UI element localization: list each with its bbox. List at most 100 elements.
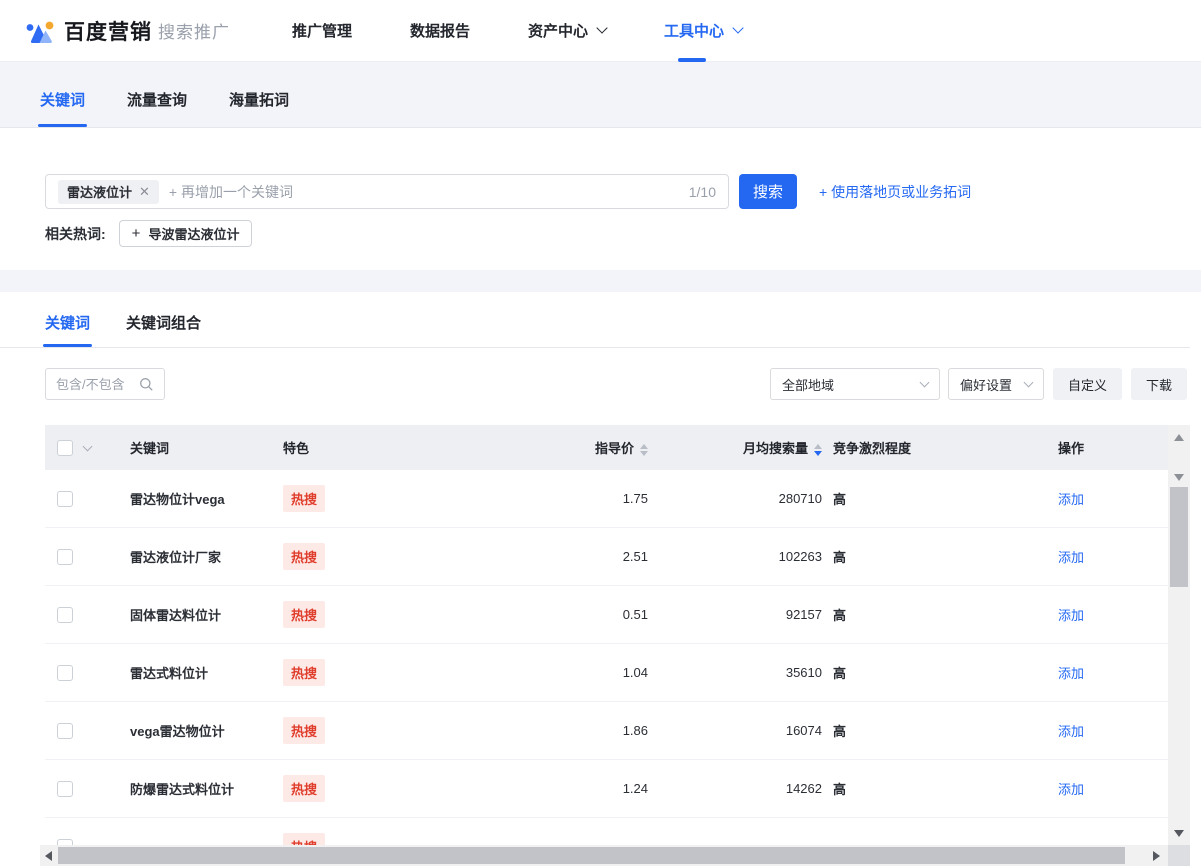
vertical-scrollbar[interactable] bbox=[1168, 425, 1190, 845]
sort-price-icon[interactable] bbox=[640, 444, 648, 456]
preference-select[interactable]: 偏好设置 bbox=[948, 368, 1044, 400]
active-tab-indicator bbox=[38, 124, 87, 127]
scroll-up-arrow-icon[interactable] bbox=[1168, 427, 1190, 447]
competition-cell: 高 bbox=[833, 724, 846, 739]
keyword-cell: 固体雷达料位计 bbox=[130, 608, 221, 623]
keyword-cell: 雷达物位计vega bbox=[130, 492, 225, 507]
remove-chip-icon[interactable]: ✕ bbox=[139, 184, 150, 200]
table-header: 关键词 特色 指导价 月均搜索量 竞争激烈程度 操作 bbox=[45, 425, 1168, 470]
hot-search-badge: 热搜 bbox=[283, 833, 325, 845]
brand-name: 百度营销 bbox=[64, 16, 152, 46]
row-checkbox[interactable] bbox=[57, 549, 73, 565]
add-keyword-link[interactable]: 添加 bbox=[1058, 492, 1084, 507]
nav-menu: 推广管理 数据报告 资产中心 工具中心 bbox=[292, 0, 800, 62]
chevron-down-icon bbox=[732, 22, 743, 33]
keyword-cell: vega雷达物位计 bbox=[130, 724, 225, 739]
table-controls: 全部地域 偏好设置 自定义 下载 bbox=[762, 368, 1187, 400]
nav-item-assets[interactable]: 资产中心 bbox=[528, 0, 606, 62]
price-cell: 2.51 bbox=[623, 549, 648, 564]
volume-cell: 280710 bbox=[779, 491, 822, 506]
volume-cell: 92157 bbox=[786, 607, 822, 622]
hot-search-badge: 热搜 bbox=[283, 543, 325, 570]
select-all-checkbox[interactable] bbox=[57, 440, 73, 456]
contain-filter-input[interactable] bbox=[56, 377, 134, 392]
horizontal-scrollbar[interactable] bbox=[40, 845, 1168, 866]
keyword-cell: 防爆雷达式料位计 bbox=[130, 782, 234, 797]
nav-item-reports[interactable]: 数据报告 bbox=[410, 0, 470, 62]
table-row: vega雷达物位计 热搜 1.86 16074 高 添加 bbox=[45, 702, 1168, 760]
table-row: 雷达式料位计 热搜 1.04 35610 高 添加 bbox=[45, 644, 1168, 702]
sort-volume-icon[interactable] bbox=[814, 444, 822, 456]
search-button[interactable]: 搜索 bbox=[739, 174, 797, 209]
price-cell: 1.04 bbox=[623, 665, 648, 680]
keyword-chip: 雷达液位计 ✕ bbox=[58, 180, 159, 204]
table-row: 防爆雷达式料位计 热搜 1.24 14262 高 添加 bbox=[45, 760, 1168, 818]
competition-cell: 高 bbox=[833, 550, 846, 565]
price-cell: 1.86 bbox=[623, 723, 648, 738]
keyword-input-placeholder: + 再增加一个关键词 bbox=[169, 182, 689, 202]
keywords-table: 关键词 特色 指导价 月均搜索量 竞争激烈程度 操作 雷达物位计vega bbox=[45, 425, 1201, 845]
col-volume: 月均搜索量 bbox=[648, 438, 822, 457]
keyword-chip-label: 雷达液位计 bbox=[67, 182, 132, 201]
tab-traffic-query[interactable]: 流量查询 bbox=[127, 89, 187, 127]
select-menu-chevron-icon[interactable] bbox=[83, 441, 93, 451]
nav-item-tools[interactable]: 工具中心 bbox=[664, 0, 742, 62]
row-checkbox[interactable] bbox=[57, 491, 73, 507]
competition-cell: 高 bbox=[833, 782, 846, 797]
customize-columns-button[interactable]: 自定义 bbox=[1053, 368, 1122, 400]
add-keyword-link[interactable]: 添加 bbox=[1058, 782, 1084, 797]
volume-cell: 16074 bbox=[786, 723, 822, 738]
competition-cell: 高 bbox=[833, 492, 846, 507]
col-price: 指导价 bbox=[580, 438, 648, 457]
row-checkbox[interactable] bbox=[57, 723, 73, 739]
download-button[interactable]: 下载 bbox=[1131, 368, 1187, 400]
table-body: 雷达物位计vega 热搜 1.75 280710 高 添加 雷达液位计厂家 热搜… bbox=[45, 470, 1168, 845]
table-row: 雷达液位计厂家 热搜 2.51 102263 高 添加 bbox=[45, 528, 1168, 586]
related-hotword-chip[interactable]: + 导波雷达液位计 bbox=[119, 220, 253, 247]
row-checkbox[interactable] bbox=[57, 665, 73, 681]
results-tab-keyword-combos[interactable]: 关键词组合 bbox=[126, 312, 201, 347]
table-toolbar: 全部地域 偏好设置 自定义 下载 bbox=[45, 368, 1187, 400]
brand-logo[interactable]: 百度营销 搜索推广 bbox=[24, 15, 230, 47]
volume-cell: 35610 bbox=[786, 665, 822, 680]
region-select[interactable]: 全部地域 bbox=[770, 368, 940, 400]
tab-mass-expansion[interactable]: 海量拓词 bbox=[229, 89, 289, 127]
keyword-input[interactable]: 雷达液位计 ✕ + 再增加一个关键词 1/10 bbox=[45, 174, 729, 209]
plus-icon: + bbox=[132, 225, 141, 242]
brand-product-name: 搜索推广 bbox=[158, 18, 230, 43]
add-keyword-link[interactable]: 添加 bbox=[1058, 550, 1084, 565]
hot-search-badge: 热搜 bbox=[283, 601, 325, 628]
add-keyword-link[interactable]: 添加 bbox=[1058, 608, 1084, 623]
landing-page-expand-link[interactable]: + 使用落地页或业务拓词 bbox=[819, 182, 971, 202]
keyword-cell: 雷达液位计厂家 bbox=[130, 550, 221, 565]
row-checkbox[interactable] bbox=[57, 607, 73, 623]
chevron-down-icon bbox=[596, 22, 607, 33]
table-row: 雷达物位计vega 热搜 1.75 280710 高 添加 bbox=[45, 470, 1168, 528]
nav-item-promotion[interactable]: 推广管理 bbox=[292, 0, 352, 62]
active-nav-indicator bbox=[678, 58, 706, 62]
price-cell: 0.51 bbox=[623, 607, 648, 622]
active-tab-indicator bbox=[43, 344, 92, 347]
row-checkbox[interactable] bbox=[57, 781, 73, 797]
col-feature: 特色 bbox=[283, 438, 580, 457]
volume-cell: 102263 bbox=[779, 549, 822, 564]
scroll-down-arrow-icon[interactable] bbox=[1168, 823, 1190, 843]
scroll-right-arrow-icon[interactable] bbox=[1148, 845, 1165, 866]
scrollbar-corner bbox=[1168, 845, 1190, 866]
results-tab-keywords[interactable]: 关键词 bbox=[45, 312, 90, 347]
keyword-search-panel: 雷达液位计 ✕ + 再增加一个关键词 1/10 搜索 + 使用落地页或业务拓词 … bbox=[0, 128, 1201, 270]
tab-keywords[interactable]: 关键词 bbox=[40, 89, 85, 127]
vertical-scroll-thumb[interactable] bbox=[1170, 487, 1188, 587]
chevron-down-icon bbox=[920, 378, 930, 388]
col-keyword: 关键词 bbox=[130, 438, 283, 457]
keyword-counter: 1/10 bbox=[689, 184, 716, 200]
add-keyword-link[interactable]: 添加 bbox=[1058, 666, 1084, 681]
horizontal-scrollbar-row bbox=[40, 845, 1201, 866]
contain-filter-box[interactable] bbox=[45, 368, 165, 400]
competition-cell: 高 bbox=[833, 666, 846, 681]
top-navbar: 百度营销 搜索推广 推广管理 数据报告 资产中心 工具中心 bbox=[0, 0, 1201, 62]
add-keyword-link[interactable]: 添加 bbox=[1058, 724, 1084, 739]
scroll-down-arrow-icon[interactable] bbox=[1168, 467, 1190, 487]
scroll-left-arrow-icon[interactable] bbox=[40, 845, 57, 866]
horizontal-scroll-thumb[interactable] bbox=[58, 847, 1125, 864]
